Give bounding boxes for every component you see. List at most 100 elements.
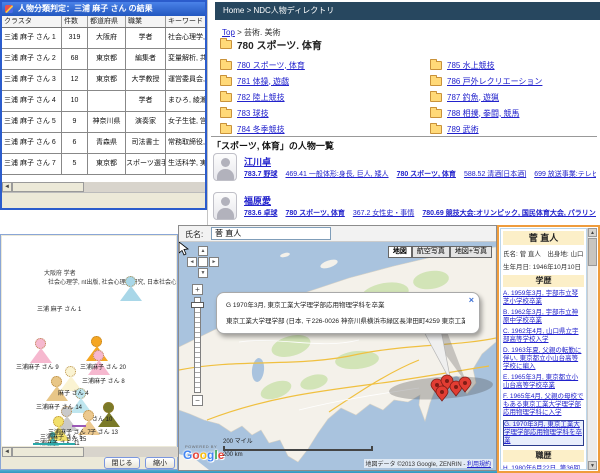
shrink-button[interactable]: 縮小 (145, 457, 175, 469)
pan-right-button[interactable]: ► (209, 257, 219, 267)
ndc-tag-link[interactable]: 780 スポーツ, 体育 (397, 171, 456, 178)
pan-left-button[interactable]: ◄ (187, 257, 197, 267)
google-logo: Google (183, 448, 224, 462)
category-link[interactable]: 783 球技 (237, 108, 269, 119)
avatar-annotation-line1: 大阪府 学者 (44, 271, 76, 277)
category-item: 785 水上競技 (430, 57, 600, 73)
table-cell: 変量解析, 共分散構造分析 (166, 49, 205, 69)
ndc-tag-link[interactable]: 780 スポーツ, 体育 (285, 210, 344, 217)
history-item-D[interactable]: D. 1963年夏, 父親の転勤に伴い, 東京都立小山台高等学校に編入 (503, 347, 584, 371)
table-horizontal-scrollbar[interactable]: ◄ (2, 182, 205, 192)
map-name-bar: 氏名: (179, 226, 496, 242)
name-input[interactable] (211, 227, 331, 240)
history-item-C[interactable]: C. 1962年4月, 山口県立宇部高等学校入学 (503, 328, 584, 344)
folder-icon (430, 58, 442, 70)
zoom-in-button[interactable]: + (192, 284, 203, 295)
table-row[interactable]: 三浦 麻子 さん 75東京都スポーツ選手生活科学, 実践女子大学 (2, 154, 205, 175)
pan-down-button[interactable]: ▼ (198, 268, 208, 278)
separator (211, 136, 597, 137)
zoom-slider-track[interactable] (194, 297, 201, 393)
person-avatar[interactable] (30, 338, 52, 364)
scrollbar-thumb[interactable] (12, 447, 84, 457)
history-item-F[interactable]: F. 1965年4月, 父親の母校でもある東京工業大学理学部応用物理学科に入学 (503, 393, 584, 417)
person-avatar[interactable] (120, 276, 142, 302)
table-cell: 三浦 麻子 さん 5 (2, 112, 62, 132)
map-canvas[interactable]: ▲ ◄ ► ▼ + − 地図 航空写真 地図+写真 G 1970年3月, 東京工業大… (179, 242, 496, 470)
pan-up-button[interactable]: ▲ (198, 246, 208, 256)
ndc-tag-link[interactable]: 367.2 女性史・事情 (353, 210, 414, 217)
dialog-horizontal-scrollbar[interactable]: ◄ (2, 447, 178, 457)
terms-link[interactable]: 利用規約 (467, 462, 491, 468)
person-name-link[interactable]: 福原愛 (244, 194, 271, 207)
close-button[interactable]: 閉じる (104, 457, 140, 469)
ndc-directory-page: Home > NDC人物ディレクトリ Top > 芸術. 美術 780 スポーツ… (207, 0, 600, 225)
ndc-tag-link[interactable]: 780.69 競技大会:オリンピック, 国民体育大会, パラリンピック (422, 210, 596, 217)
scrollbar-thumb[interactable] (588, 238, 597, 266)
table-row[interactable]: 三浦 麻子 さん 268東京都編集者変量解析, 共分散構造分析 (2, 49, 205, 70)
table-cell: 68 (62, 49, 88, 69)
column-header: キーワード (166, 16, 205, 27)
avatar-canvas[interactable]: 大阪府 学者 社会心理学, nt出版, 社会心理学研究, 日本社会心理学会, 川… (2, 236, 176, 446)
zoom-slider-thumb[interactable] (191, 302, 204, 308)
column-header: 件数 (62, 16, 88, 27)
table-cell: 編集者 (126, 49, 166, 69)
category-link[interactable]: 786 戸外レクリエーション (447, 76, 542, 87)
map-type-button[interactable]: 地図 (387, 246, 412, 258)
avatar-body (120, 286, 142, 301)
history-item-E[interactable]: E. 1965年3月, 東京都立小山台高等学校卒業 (503, 374, 584, 390)
mouse-cursor-icon (179, 242, 189, 256)
category-link[interactable]: 788 相撲, 拳闘, 競馬 (447, 108, 519, 119)
pan-center-button[interactable] (198, 257, 208, 267)
zoom-out-button[interactable]: − (192, 395, 203, 406)
map-type-button[interactable]: 地図+写真 (449, 246, 492, 258)
page-header: Home > NDC人物ディレクトリ (215, 2, 600, 20)
ndc-tag-link[interactable]: 588.52 清酒[日本酒] (464, 171, 526, 178)
history-item-A[interactable]: A. 1959年3月, 宇部市立琴芝小学校卒業 (503, 290, 584, 306)
table-row[interactable]: 三浦 麻子 さん 1319大阪府学者社会心理学, nt出版, 社会心理学研究 (2, 28, 205, 49)
ndc-tag-link[interactable]: 783.6 卓球 (244, 210, 277, 217)
category-link[interactable]: 784 冬季競技 (237, 124, 285, 135)
history-item-B[interactable]: B. 1962年3月, 宇部市立神原中学校卒業 (503, 309, 584, 325)
person-entry: 福原愛 783.6 卓球 780 スポーツ, 体育 367.2 女性史・事情 780.6… (208, 192, 598, 225)
scroll-left-icon[interactable]: ◄ (2, 447, 12, 457)
scroll-left-icon[interactable]: ◄ (2, 182, 12, 192)
category-link[interactable]: 789 武術 (447, 124, 479, 135)
table-body: 三浦 麻子 さん 1319大阪府学者社会心理学, nt出版, 社会心理学研究三浦… (2, 28, 205, 175)
scrollbar-thumb[interactable] (12, 182, 84, 192)
ndc-tag-link[interactable]: 469.41 一般体形:身長, 巨人, 矮人 (285, 171, 388, 178)
name-label: 氏名: (185, 230, 204, 239)
table-cell: まひろ, 綾瀬のぞみ, 表紙下 (166, 91, 205, 111)
category-link[interactable]: 782 陸上競技 (237, 92, 285, 103)
history-item-G[interactable]: G. 1970年3月, 東京工業大学理学部応用物理学科を卒業 (503, 420, 584, 446)
category-link[interactable]: 787 釣魚, 遊猟 (447, 92, 499, 103)
table-cell (88, 91, 126, 111)
person-icon-head (221, 158, 230, 167)
profile-sections: 学歴 A. 1959年3月, 宇部市立琴芝小学校卒業 B. 1962年3月, 宇部市… (503, 275, 584, 469)
scroll-up-icon[interactable]: ▲ (588, 228, 597, 237)
table-cell: 東京都 (88, 70, 126, 90)
section-header: 職歴 (503, 450, 584, 462)
table-row[interactable]: 三浦 麻子 さん 59神奈川県演奏家女子生徒, 営利活動法人 (2, 112, 205, 133)
table-row[interactable]: 三浦 麻子 さん 410 学者まひろ, 綾瀬のぞみ, 表紙下 (2, 91, 205, 112)
ndc-tag-link[interactable]: 699 放送事業:テレビ, ラジオ (534, 171, 596, 178)
history-item-H[interactable]: H. 1980年6月22日, 第36回衆議院議員総選挙で初当選 (503, 465, 584, 469)
avatar-label: 三浦麻子 さん 9 (16, 365, 59, 371)
category-link[interactable]: 785 水上競技 (447, 60, 495, 71)
map-type-button[interactable]: 航空写真 (411, 246, 450, 258)
close-icon[interactable]: × (469, 295, 474, 305)
table-cell: 常務取締役, 株式会社アー (166, 133, 205, 153)
table-cell: 演奏家 (126, 112, 166, 132)
table-row[interactable]: 三浦 麻子 さん 312東京都大学教授運営委員会, 理事一覧, 和 (2, 70, 205, 91)
breadcrumb-top-link[interactable]: Top (222, 28, 235, 37)
category-link[interactable]: 780 スポーツ, 体育 (237, 60, 305, 71)
profile-scrollbar[interactable]: ▲ ▼ (587, 228, 597, 470)
category-link[interactable]: 781 体操, 遊戯 (237, 76, 289, 87)
avatar-label: さん 10 (92, 417, 113, 423)
profile-title: 菅 直人 (503, 231, 584, 245)
avatar-label: 子 さん 13 (90, 430, 119, 436)
table-row[interactable]: 三浦 麻子 さん 66青森県司法書士常務取締役, 株式会社アー (2, 133, 205, 154)
person-name-link[interactable]: 江川卓 (244, 155, 271, 168)
ndc-tag-link[interactable]: 783.7 野球 (244, 171, 277, 178)
scroll-down-icon[interactable]: ▼ (588, 461, 597, 470)
profile-content: 菅 直人 氏名: 菅 直人 出身地: 山口 生年月日: 1946年10月10日 … (500, 228, 587, 470)
